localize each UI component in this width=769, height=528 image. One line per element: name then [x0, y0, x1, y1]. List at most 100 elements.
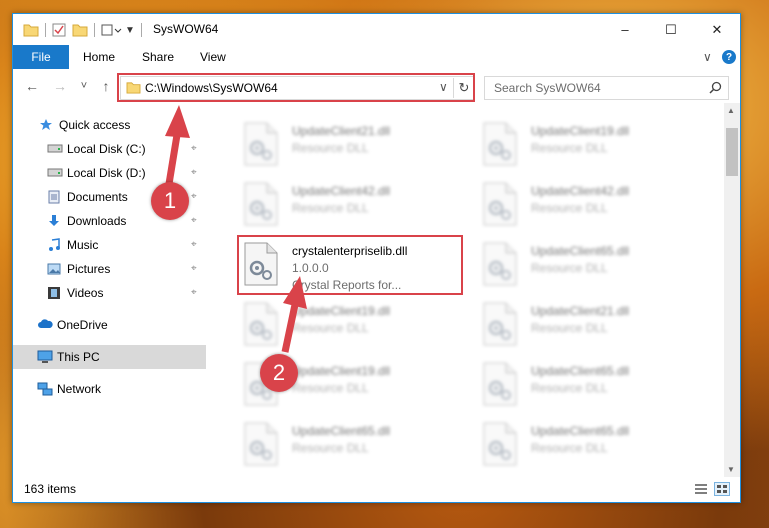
new-folder-icon[interactable] — [72, 23, 88, 37]
pin-icon[interactable]: ⌖ — [191, 239, 197, 250]
network-icon — [37, 382, 53, 396]
sidebar-item-this-pc[interactable]: This PC — [13, 345, 206, 369]
dll-file-icon — [243, 302, 279, 346]
file-tile[interactable]: UpdateClient21.dll Resource DLL — [482, 302, 702, 358]
pin-icon[interactable]: ⌖ — [191, 167, 197, 178]
file-tile[interactable]: UpdateClient65.dll Resource DLL — [482, 362, 702, 418]
file-description: Resource DLL — [292, 441, 369, 455]
dll-file-icon — [482, 302, 518, 346]
expand-ribbon-button[interactable]: ∨ — [703, 45, 712, 69]
sidebar-item-local-disk-d[interactable]: Local Disk (D:) ⌖ — [13, 161, 206, 185]
tiles-view-icon[interactable] — [714, 482, 730, 496]
computer-icon — [37, 350, 53, 364]
sidebar-item-label: Music — [67, 238, 99, 252]
help-button[interactable]: ? — [722, 50, 736, 64]
scroll-thumb[interactable] — [726, 128, 738, 176]
pin-icon[interactable]: ⌖ — [191, 287, 197, 298]
file-description: Resource DLL — [292, 201, 369, 215]
pin-icon[interactable]: ⌖ — [191, 143, 197, 154]
sidebar-item-label: Videos — [67, 286, 104, 300]
address-highlight-box — [117, 73, 475, 102]
sidebar-item-onedrive[interactable]: OneDrive — [13, 313, 206, 337]
file-description: Resource DLL — [531, 261, 608, 275]
file-tile[interactable]: UpdateClient65.dll Resource DLL — [243, 422, 463, 477]
music-icon — [47, 238, 61, 252]
file-tile[interactable]: UpdateClient19.dll Resource DLL — [482, 122, 702, 178]
sidebar-item-quick-access[interactable]: Quick access — [13, 113, 206, 137]
tab-file[interactable]: File — [13, 45, 69, 69]
sidebar-item-label: Documents — [67, 190, 128, 204]
file-tile[interactable]: UpdateClient21.dll Resource DLL — [243, 122, 463, 178]
window-title: SysWOW64 — [153, 22, 219, 36]
file-name: UpdateClient42.dll — [531, 184, 630, 198]
file-name: UpdateClient65.dll — [292, 424, 391, 438]
forward-button[interactable]: → — [51, 77, 69, 95]
pictures-icon — [47, 262, 61, 276]
back-button[interactable]: ← — [23, 77, 41, 95]
file-highlight-box — [237, 235, 463, 295]
toolbar-divider — [94, 23, 95, 37]
sidebar-item-label: Downloads — [67, 214, 127, 228]
file-tile[interactable]: UpdateClient42.dll Resource DLL — [482, 182, 702, 238]
sidebar-item-local-disk-c[interactable]: Local Disk (C:) ⌖ — [13, 137, 206, 161]
dll-file-icon — [243, 122, 279, 166]
file-name: UpdateClient21.dll — [292, 124, 391, 138]
file-description: Resource DLL — [531, 441, 608, 455]
dll-file-icon — [243, 422, 279, 466]
sidebar-item-videos[interactable]: Videos ⌖ — [13, 281, 206, 305]
star-icon — [39, 118, 53, 132]
overflow-icon[interactable]: ▼ — [125, 25, 135, 36]
file-name: UpdateClient19.dll — [292, 364, 391, 378]
dll-file-icon — [482, 182, 518, 226]
details-view-icon[interactable] — [694, 483, 708, 495]
customize-toolbar-icon[interactable] — [101, 23, 123, 37]
toolbar-divider — [45, 23, 46, 37]
title-bar: ▼ SysWOW64 – ☐ ✕ — [13, 14, 740, 45]
search-icon — [709, 81, 722, 94]
folder-icon[interactable] — [23, 23, 39, 37]
status-bar: 163 items — [13, 477, 740, 502]
file-name: UpdateClient65.dll — [531, 424, 630, 438]
recent-locations-button[interactable]: ˅ — [75, 77, 93, 95]
close-button[interactable]: ✕ — [694, 14, 740, 45]
pin-icon[interactable]: ⌖ — [191, 191, 197, 202]
sidebar-item-label: Network — [57, 382, 102, 396]
file-description: Resource DLL — [531, 321, 608, 335]
file-name: UpdateClient21.dll — [531, 304, 630, 318]
file-tile[interactable]: UpdateClient65.dll Resource DLL — [482, 242, 702, 298]
file-tile[interactable]: UpdateClient42.dll Resource DLL — [243, 182, 463, 238]
dll-file-icon — [482, 362, 518, 406]
scroll-up-icon[interactable]: ▲ — [727, 106, 735, 115]
sidebar-item-music[interactable]: Music ⌖ — [13, 233, 206, 257]
vertical-scrollbar[interactable]: ▲ ▼ — [724, 103, 740, 477]
tab-home[interactable]: Home — [83, 45, 115, 69]
file-tile[interactable]: UpdateClient19.dll Resource DLL — [243, 302, 463, 358]
maximize-button[interactable]: ☐ — [648, 14, 694, 45]
pin-icon[interactable]: ⌖ — [191, 263, 197, 274]
file-tile[interactable]: UpdateClient65.dll Resource DLL — [482, 422, 702, 477]
callout-badge-one: 1 — [151, 182, 189, 220]
scroll-down-icon[interactable]: ▼ — [727, 465, 735, 474]
sidebar-item-label: This PC — [57, 350, 100, 364]
file-name: UpdateClient65.dll — [531, 244, 630, 258]
sidebar-item-pictures[interactable]: Pictures ⌖ — [13, 257, 206, 281]
file-name: UpdateClient42.dll — [292, 184, 391, 198]
file-description: Resource DLL — [531, 381, 608, 395]
search-placeholder: Search SysWOW64 — [494, 81, 601, 95]
dll-file-icon — [482, 122, 518, 166]
sidebar-item-network[interactable]: Network — [13, 377, 206, 401]
navigation-bar: ← → ˅ ↑ C:\Windows\SysWOW64 ∨ ↻ Search S… — [13, 71, 740, 103]
pin-icon[interactable]: ⌖ — [191, 215, 197, 226]
file-description: Resource DLL — [292, 141, 369, 155]
up-button[interactable]: ↑ — [97, 77, 115, 95]
search-input[interactable]: Search SysWOW64 — [484, 76, 729, 100]
tab-share[interactable]: Share — [142, 45, 174, 69]
navigation-pane: Quick access Local Disk (C:) ⌖ Local Disk (… — [13, 103, 206, 477]
minimize-button[interactable]: – — [602, 14, 648, 45]
drive-icon — [47, 166, 63, 180]
documents-icon — [47, 190, 61, 204]
tab-view[interactable]: View — [200, 45, 226, 69]
drive-icon — [47, 142, 63, 156]
file-list: UpdateClient21.dll Resource DLL UpdateClie… — [218, 103, 724, 477]
properties-icon[interactable] — [52, 23, 66, 37]
